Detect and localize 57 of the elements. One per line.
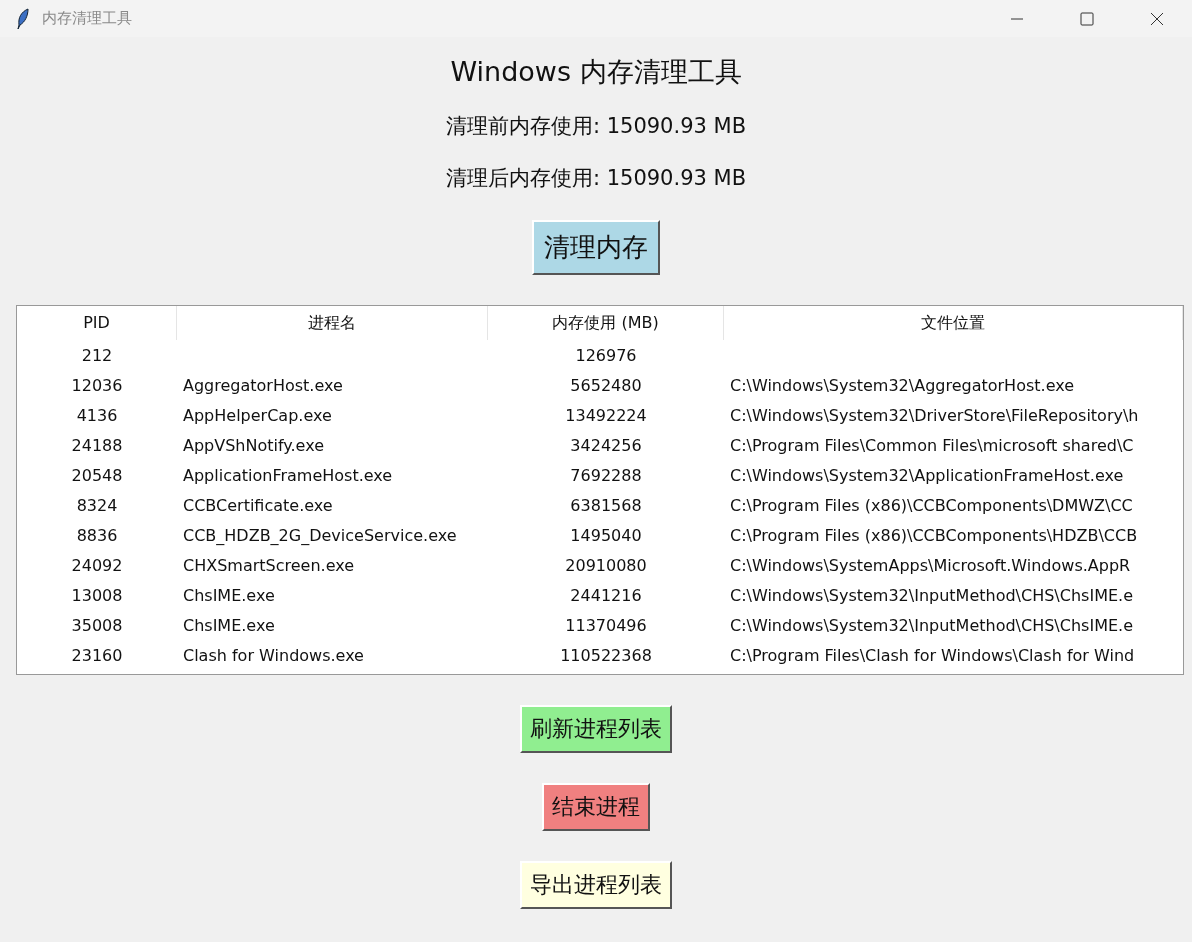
maximize-icon [1080,11,1094,26]
table-cell-text: ApplicationFrameHost.exe [182,465,394,485]
table-cell-text: AppHelperCap.exe [182,405,333,425]
table-cell-text: C:\Program Files\Common Files\microsoft shared\C [729,435,1135,455]
table-cell-text: 13492224 [564,405,648,425]
column-header[interactable]: PID [17,306,177,340]
table-cell-text: C:\Windows\System32\InputMethod\CHS\ChsIME.e [729,585,1134,605]
close-icon [1150,11,1164,26]
table-cell-text: 110522368 [559,645,653,665]
table-cell-text: 35008 [70,615,124,635]
memory-before-label: 清理前内存使用: 15090.93 MB [445,113,747,140]
table-cell-text: 11370496 [564,615,648,635]
table-cell-text: CHXSmartScreen.exe [182,555,356,575]
column-header[interactable]: 文件位置 [724,306,1183,340]
table-cell-text: C:\Windows\SystemApps\Microsoft.Windows.AppR [729,555,1132,575]
column-header[interactable]: 内存使用 (MB) [488,306,724,340]
app-heading: Windows 内存清理工具 [450,55,742,89]
table-cell-text: 8836 [75,525,119,545]
table-cell-text: 7692288 [569,465,643,485]
table-cell-text: 24188 [70,435,124,455]
table-cell-text: 212 [80,345,114,365]
table-cell-text: 8324 [75,495,119,515]
action-button[interactable]: 结束进程 [542,783,650,831]
window-title: 内存清理工具 [42,9,133,28]
table-cell-text: 126976 [574,345,638,365]
table-cell-text: 13008 [70,585,124,605]
table-cell-text: AppVShNotify.exe [182,435,325,455]
table-cell-text: C:\Program Files\Clash for Windows\Clash for Wind [729,645,1136,665]
column-header[interactable]: 进程名 [177,306,488,340]
action-button[interactable]: 导出进程列表 [520,861,672,909]
table-cell-text: C:\Windows\System32\AggregatorHost.exe [729,375,1075,395]
table-cell-text: 1495040 [569,525,643,545]
table-cell-text: 24092 [70,555,124,575]
table-cell-text: ChsIME.exe [182,585,276,605]
clean-memory-button[interactable]: 清理内存 [532,220,660,275]
table-cell-text: 5652480 [569,375,643,395]
table-cell-text: C:\Windows\System32\InputMethod\CHS\ChsIME.e [729,615,1134,635]
table-cell-text: 23160 [70,645,124,665]
table-cell-text: 2441216 [569,585,643,605]
memory-after-label: 清理后内存使用: 15090.93 MB [445,165,747,192]
table-cell-text: AggregatorHost.exe [182,375,344,395]
table-cell-text: C:\Windows\System32\ApplicationFrameHost.exe [729,465,1125,485]
table-cell-text: Clash for Windows.exe [182,645,365,665]
table-cell-text: C:\Windows\System32\DriverStore\FileRepository\h [729,405,1140,425]
feather-icon [16,7,30,30]
table-cell-text: 6381568 [569,495,643,515]
table-cell-text: ChsIME.exe [182,615,276,635]
table-cell-text: CCB_HDZB_2G_DeviceService.exe [182,525,458,545]
table-cell-text: C:\Program Files (x86)\CCBComponents\HDZB\CCB [729,525,1139,545]
action-button[interactable]: 刷新进程列表 [520,705,672,753]
table-cell-text: 3424256 [569,435,643,455]
table-cell-text: 4136 [75,405,119,425]
table-cell-text: CCBCertificate.exe [182,495,334,515]
table-cell-text: C:\Program Files (x86)\CCBComponents\DMWZ\CC [729,495,1134,515]
table-cell-text: 20910080 [564,555,648,575]
table-cell-text: 20548 [70,465,124,485]
table-cell-text: 12036 [70,375,124,395]
